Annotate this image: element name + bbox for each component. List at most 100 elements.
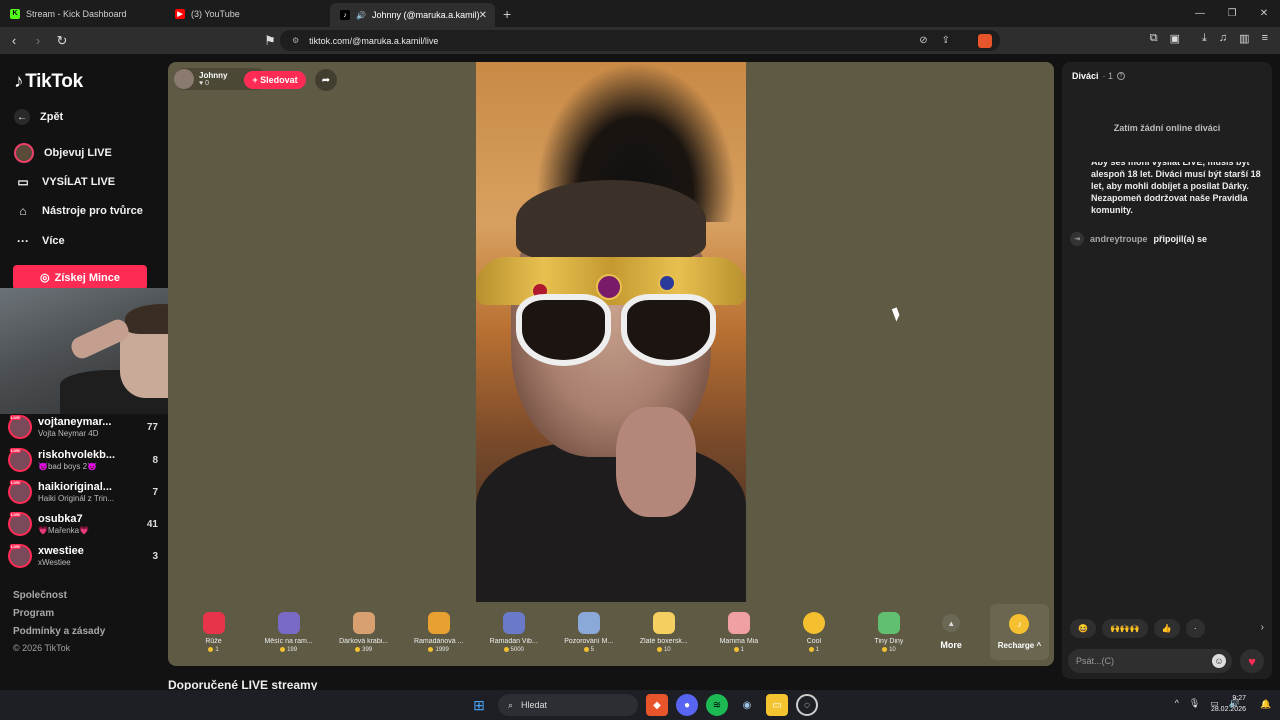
gift-item[interactable]: Ramadan Vib... 5000 bbox=[476, 611, 551, 653]
gift-item[interactable]: Růže 1 bbox=[176, 611, 251, 653]
heart-icon[interactable]: ♥ bbox=[1240, 649, 1264, 673]
quick-react[interactable]: 🙌🙌🙌 bbox=[1101, 619, 1148, 638]
join-username[interactable]: andreytroupe bbox=[1090, 234, 1148, 244]
back-icon[interactable]: ‹ bbox=[4, 33, 24, 48]
quick-react[interactable]: · bbox=[1185, 619, 1205, 638]
wallet-icon[interactable]: ▣ bbox=[1170, 32, 1180, 45]
tiktok-live-page: ♪ TikTok ← Zpět Objevuj LIVE ▭ VYSÍLAT L… bbox=[0, 54, 1280, 690]
speaker-icon: 🔊 bbox=[356, 10, 366, 20]
steam-icon[interactable]: ◉ bbox=[736, 694, 758, 716]
url-text: tiktok.com/@maruka.a.kamil/live bbox=[309, 35, 439, 46]
tab-title: Johnny (@maruka.a.kamil) vy bbox=[371, 10, 482, 20]
gift-item[interactable]: Pozorování M... 5 bbox=[551, 611, 626, 653]
follow-button[interactable]: + Sledovat bbox=[244, 71, 306, 89]
chevron-up-icon: ▲ bbox=[942, 614, 961, 632]
emoji-icon[interactable]: ☺ bbox=[1212, 654, 1226, 668]
tab-tiktok[interactable]: ♪ 🔊 Johnny (@maruka.a.kamil) vy ✕ bbox=[330, 3, 495, 27]
obs-icon[interactable]: ◌ bbox=[796, 694, 818, 716]
list-item[interactable]: riskohvolekb...😈bad boys 2😈 8 bbox=[8, 448, 158, 472]
info-icon[interactable]: ? bbox=[1117, 72, 1126, 80]
forward-icon[interactable]: › bbox=[28, 33, 48, 48]
gift-item[interactable]: Mamma Mia 1 bbox=[701, 611, 776, 653]
microphone-icon[interactable]: 🎙 bbox=[1189, 698, 1200, 709]
close-window-icon[interactable]: ✕ bbox=[1248, 0, 1280, 27]
extension-icons: ⧉ ▣ ⤓ ♫ ▥ ≡ bbox=[1150, 32, 1268, 45]
avatar bbox=[8, 512, 32, 536]
taskbar-search[interactable]: ⌕ Hledat bbox=[498, 694, 638, 716]
new-tab-button[interactable]: + bbox=[495, 6, 519, 22]
sidebar-toggle-icon[interactable]: ▥ bbox=[1239, 32, 1249, 45]
gift-item[interactable]: Zlaté boxersk... 10 bbox=[626, 611, 701, 653]
chat-input[interactable]: Psát...(C) ☺ bbox=[1068, 649, 1232, 673]
file-explorer-icon[interactable]: ▭ bbox=[766, 694, 788, 716]
list-item[interactable]: xwestieexWestiee 3 bbox=[8, 544, 158, 568]
tab-youtube[interactable]: ▶ (3) YouTube bbox=[165, 3, 330, 25]
back-link[interactable]: ← Zpět bbox=[14, 109, 63, 125]
search-icon: ⌕ bbox=[508, 699, 514, 710]
media-icon[interactable]: ♫ bbox=[1219, 32, 1227, 45]
tiktok-logo[interactable]: ♪ TikTok bbox=[14, 71, 83, 93]
viewer-count: 8 bbox=[152, 454, 158, 466]
quick-react[interactable]: 😆 bbox=[1070, 619, 1096, 638]
footer-link-program[interactable]: Program bbox=[13, 608, 54, 619]
list-item[interactable]: haikioriginal...Haiki Originál z Trin...… bbox=[8, 480, 158, 504]
footer-link-terms[interactable]: Podmínky a zásady bbox=[13, 626, 105, 637]
video-body bbox=[476, 442, 746, 602]
viewer-count: 7 bbox=[152, 486, 158, 498]
quick-react[interactable]: 👍 bbox=[1153, 619, 1180, 638]
brave-shield-icon[interactable] bbox=[978, 33, 992, 48]
url-actions: ⊘ ⇪ bbox=[919, 35, 950, 46]
moon-gift-icon bbox=[277, 611, 300, 634]
hand-gesture-icon bbox=[727, 611, 750, 634]
gift-item[interactable]: Měsíc na ram... 199 bbox=[251, 611, 326, 653]
tab-kick[interactable]: K Stream - Kick Dashboard bbox=[0, 3, 165, 25]
restore-icon[interactable]: ❐ bbox=[1216, 0, 1248, 27]
clock[interactable]: 9:27 28.02.2026 bbox=[1211, 693, 1246, 715]
window-controls: — ❐ ✕ bbox=[1184, 0, 1280, 27]
sidebar-item-explore-live[interactable]: Objevuj LIVE bbox=[14, 143, 112, 163]
sunglasses-lens-right bbox=[621, 294, 716, 366]
more-gifts-button[interactable]: ▲ More bbox=[926, 614, 975, 650]
discord-icon[interactable]: ● bbox=[676, 694, 698, 716]
gift-item[interactable]: Ramadánová ... 1999 bbox=[401, 611, 476, 653]
viewer-count: 77 bbox=[146, 421, 158, 433]
gift-item[interactable]: Dárková krabi... 399 bbox=[326, 611, 401, 653]
get-coins-button[interactable]: ◎ Získej Mince bbox=[13, 265, 147, 290]
download-icon[interactable]: ⤓ bbox=[1202, 32, 1207, 45]
sidebar-item-creator-tools[interactable]: ⌂ Nástroje pro tvůrce bbox=[14, 202, 143, 220]
home-tools-icon: ⌂ bbox=[19, 204, 27, 218]
minimize-icon[interactable]: — bbox=[1184, 0, 1216, 27]
extensions-icon[interactable]: ⧉ bbox=[1150, 32, 1158, 45]
copyright: © 2026 TikTok bbox=[13, 643, 71, 653]
share-page-icon[interactable]: ⇪ bbox=[942, 35, 950, 46]
gift-item[interactable]: Tiny Diny 10 bbox=[851, 611, 926, 653]
brave-browser-icon[interactable]: ◆ bbox=[646, 694, 668, 716]
gem bbox=[658, 274, 676, 292]
list-item[interactable]: osubka7💗Mařenka💗 41 bbox=[8, 512, 158, 536]
list-item[interactable]: vojtaneymar...Vojta Neymar 4D 77 bbox=[8, 415, 158, 439]
sidebar-item-more[interactable]: ··· Více bbox=[14, 232, 65, 250]
chevron-right-icon[interactable]: › bbox=[1261, 622, 1264, 633]
live-stage: Johnny ♥ 0 + Sledovat ➦ Růže 1 Měsíc na r… bbox=[168, 62, 1054, 666]
recharge-button[interactable]: ♪ Recharge ^ bbox=[989, 604, 1050, 660]
no-viewers-text: Zatím žádní online diváci bbox=[1113, 123, 1221, 133]
footer-link-company[interactable]: Společnost bbox=[13, 590, 67, 601]
viewers-header[interactable]: Diváci · 1 ? bbox=[1072, 71, 1126, 81]
windows-start-icon[interactable]: ⊞ bbox=[468, 694, 490, 716]
bookmark-icon[interactable]: ⚑ bbox=[260, 33, 280, 49]
live-video[interactable] bbox=[476, 62, 746, 602]
translate-off-icon[interactable]: ⊘ bbox=[919, 35, 927, 46]
spotify-icon[interactable]: ≋ bbox=[706, 694, 728, 716]
address-bar[interactable]: ⚙ tiktok.com/@maruka.a.kamil/live ⊘ ⇪ bbox=[280, 30, 1000, 51]
viewer-count: 41 bbox=[146, 518, 158, 530]
menu-icon[interactable]: ≡ bbox=[1262, 32, 1268, 45]
chevron-up-icon[interactable]: ^ bbox=[1175, 698, 1179, 709]
site-info-icon[interactable]: ⚙ bbox=[292, 36, 299, 45]
share-icon[interactable]: ➦ bbox=[315, 69, 337, 91]
close-tab-icon[interactable]: ✕ bbox=[479, 10, 487, 21]
notification-bell-icon[interactable]: 🔔 bbox=[1260, 699, 1272, 711]
reload-icon[interactable]: ↻ bbox=[52, 33, 72, 49]
tiktok-note-icon: ♪ bbox=[14, 71, 24, 92]
sidebar-item-go-live[interactable]: ▭ VYSÍLAT LIVE bbox=[14, 173, 115, 191]
gift-item[interactable]: Cool 1 bbox=[776, 611, 851, 653]
